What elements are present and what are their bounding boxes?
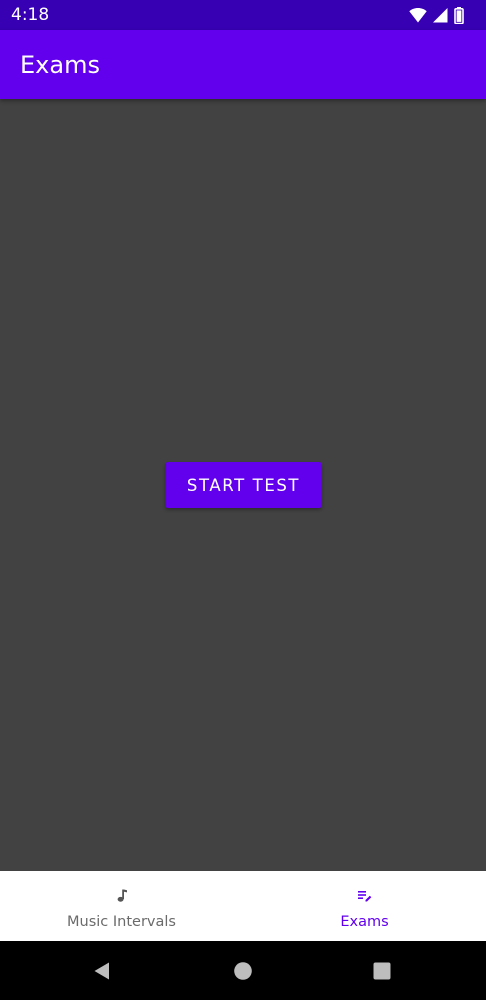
- wifi-icon: [409, 7, 427, 23]
- nav-item-music-intervals[interactable]: Music Intervals: [0, 871, 243, 941]
- status-time: 4:18: [11, 5, 50, 25]
- battery-icon: [454, 6, 464, 24]
- app-bar: Exams: [0, 30, 486, 99]
- start-test-button[interactable]: START TEST: [165, 462, 322, 508]
- playlist-edit-icon: [357, 888, 373, 904]
- bottom-navigation: Music Intervals Exams: [0, 871, 486, 941]
- music-note-icon: [114, 888, 130, 904]
- status-icons: [409, 6, 464, 24]
- back-icon[interactable]: [92, 961, 112, 981]
- page-title: Exams: [20, 51, 100, 79]
- nav-label-exams: Exams: [340, 914, 389, 930]
- home-icon[interactable]: [233, 961, 253, 981]
- recents-icon[interactable]: [372, 961, 392, 981]
- cellular-signal-icon: [433, 7, 448, 23]
- nav-label-music-intervals: Music Intervals: [67, 914, 176, 930]
- status-bar: 4:18: [0, 0, 486, 30]
- main-content: START TEST: [0, 99, 486, 871]
- system-navigation-bar: [0, 941, 486, 1000]
- nav-item-exams[interactable]: Exams: [243, 871, 486, 941]
